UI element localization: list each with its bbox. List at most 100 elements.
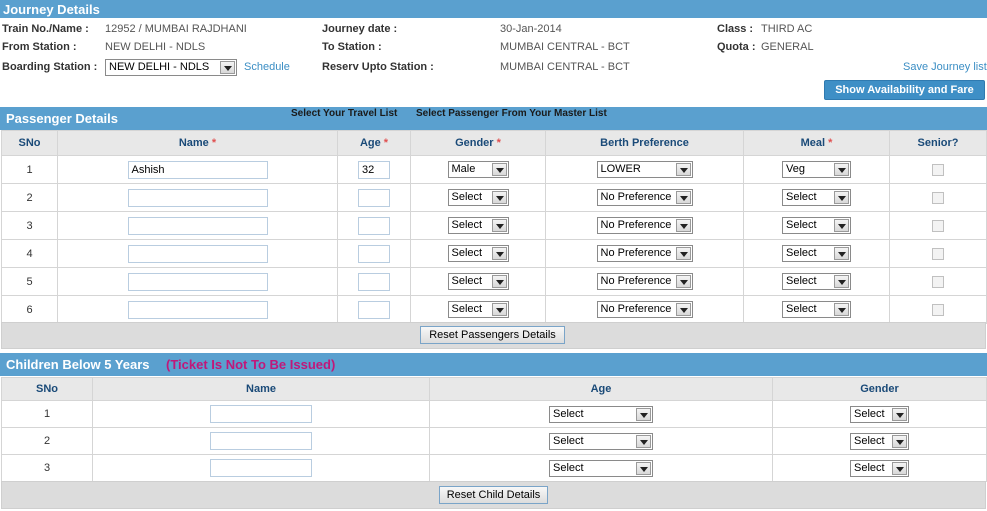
passenger-age-input[interactable] [358, 188, 390, 207]
passenger-name-input[interactable] [127, 272, 268, 291]
child-gender-select[interactable]: Select [850, 432, 909, 450]
passenger-name-input[interactable]: Ashish [127, 160, 268, 179]
senior-checkbox[interactable] [932, 303, 944, 316]
child-gender-select[interactable]: Select [850, 459, 909, 477]
chevron-down-icon[interactable] [491, 191, 507, 204]
chevron-down-icon[interactable] [834, 219, 849, 232]
berth-select[interactable]: No Preference [596, 217, 693, 234]
passenger-name-input[interactable] [127, 188, 268, 207]
sno-value: 2 [26, 191, 33, 204]
age-cell: Select [429, 454, 773, 482]
senior-checkbox[interactable] [932, 191, 944, 204]
gender-select[interactable]: Male [447, 161, 509, 178]
chevron-down-icon[interactable] [491, 163, 507, 176]
child-name-input[interactable] [210, 432, 312, 450]
child-age-select[interactable]: Select [549, 405, 653, 423]
show-availability-button[interactable]: Show Availability and Fare [824, 80, 985, 100]
chevron-down-icon[interactable] [491, 247, 507, 260]
chevron-down-icon[interactable] [892, 407, 907, 421]
meal-select[interactable]: Select [782, 245, 851, 262]
gender-value: Select [451, 303, 483, 315]
col-gender: Gender * [410, 130, 546, 156]
passenger-age-input[interactable] [358, 272, 390, 291]
child-name-input[interactable] [210, 405, 312, 423]
chevron-down-icon[interactable] [675, 275, 691, 288]
berth-select[interactable]: No Preference [596, 273, 693, 290]
passenger-age-input[interactable] [358, 244, 390, 263]
boarding-station-select[interactable]: NEW DELHI - NDLS [105, 59, 237, 76]
passenger-age-input[interactable] [358, 300, 390, 319]
table-row: 1 Select Select [1, 400, 987, 428]
gender-value: Male [451, 163, 476, 175]
name-cell [92, 454, 430, 482]
meal-select[interactable]: Select [782, 189, 851, 206]
chevron-down-icon[interactable] [834, 275, 849, 288]
chevron-down-icon[interactable] [675, 303, 691, 316]
passenger-name-input[interactable] [127, 300, 268, 319]
chevron-down-icon[interactable] [834, 247, 849, 260]
col-sno: SNo [1, 377, 93, 401]
senior-checkbox[interactable] [932, 275, 944, 288]
child-age-select[interactable]: Select [549, 459, 653, 477]
passenger-age-input[interactable]: 32 [358, 160, 390, 179]
chevron-down-icon[interactable] [491, 303, 507, 316]
journey-details-header: Journey Details [0, 0, 987, 18]
senior-checkbox[interactable] [932, 163, 944, 176]
gender-select[interactable]: Select [447, 273, 509, 290]
age-cell [337, 295, 411, 324]
gender-select[interactable]: Select [447, 245, 509, 262]
child-name-input[interactable] [210, 459, 312, 477]
meal-select[interactable]: Select [782, 273, 851, 290]
name-cell [57, 295, 338, 324]
chevron-down-icon[interactable] [675, 191, 691, 204]
chevron-down-icon[interactable] [636, 461, 651, 475]
sno-value: 1 [26, 163, 33, 176]
to-station-label: To Station : [322, 41, 382, 53]
chevron-down-icon[interactable] [675, 219, 691, 232]
meal-select[interactable]: Select [782, 217, 851, 234]
gender-select[interactable]: Select [447, 301, 509, 318]
name-cell [57, 239, 338, 268]
chevron-down-icon[interactable] [675, 247, 691, 260]
train-label: Train No./Name : [2, 23, 89, 35]
chevron-down-icon[interactable] [834, 163, 849, 176]
schedule-link[interactable]: Schedule [244, 61, 290, 73]
child-gender-select[interactable]: Select [850, 405, 909, 423]
chevron-down-icon[interactable] [491, 275, 507, 288]
master-list-link[interactable]: Select Passenger From Your Master List [416, 108, 607, 119]
senior-checkbox[interactable] [932, 247, 944, 260]
berth-select[interactable]: LOWER [596, 161, 693, 178]
table-row: 3 Select Select [1, 454, 987, 482]
berth-select[interactable]: No Preference [596, 189, 693, 206]
chevron-down-icon[interactable] [491, 219, 507, 232]
child-age-value: Select [553, 461, 584, 474]
meal-select[interactable]: Veg [782, 161, 851, 178]
berth-select[interactable]: No Preference [596, 245, 693, 262]
senior-checkbox[interactable] [932, 219, 944, 232]
travel-list-link[interactable]: Select Your Travel List [291, 108, 397, 119]
child-age-select[interactable]: Select [549, 432, 653, 450]
name-cell [57, 211, 338, 240]
chevron-down-icon[interactable] [892, 434, 907, 448]
meal-select[interactable]: Select [782, 301, 851, 318]
berth-cell: LOWER [545, 155, 744, 184]
chevron-down-icon[interactable] [220, 61, 235, 74]
required-mark: * [496, 137, 501, 149]
passenger-age-input[interactable] [358, 216, 390, 235]
berth-select[interactable]: No Preference [596, 301, 693, 318]
chevron-down-icon[interactable] [636, 434, 651, 448]
save-journey-list-link[interactable]: Save Journey list [903, 61, 987, 73]
reset-child-button[interactable]: Reset Child Details [439, 486, 548, 504]
passenger-name-input[interactable] [127, 216, 268, 235]
reset-passengers-button[interactable]: Reset Passengers Details [420, 326, 565, 344]
age-cell [337, 183, 411, 212]
gender-select[interactable]: Select [447, 189, 509, 206]
passenger-name-input[interactable] [127, 244, 268, 263]
chevron-down-icon[interactable] [834, 303, 849, 316]
gender-select[interactable]: Select [447, 217, 509, 234]
chevron-down-icon[interactable] [636, 407, 651, 421]
chevron-down-icon[interactable] [675, 163, 691, 176]
chevron-down-icon[interactable] [892, 461, 907, 475]
sno-value: 6 [26, 303, 33, 316]
chevron-down-icon[interactable] [834, 191, 849, 204]
